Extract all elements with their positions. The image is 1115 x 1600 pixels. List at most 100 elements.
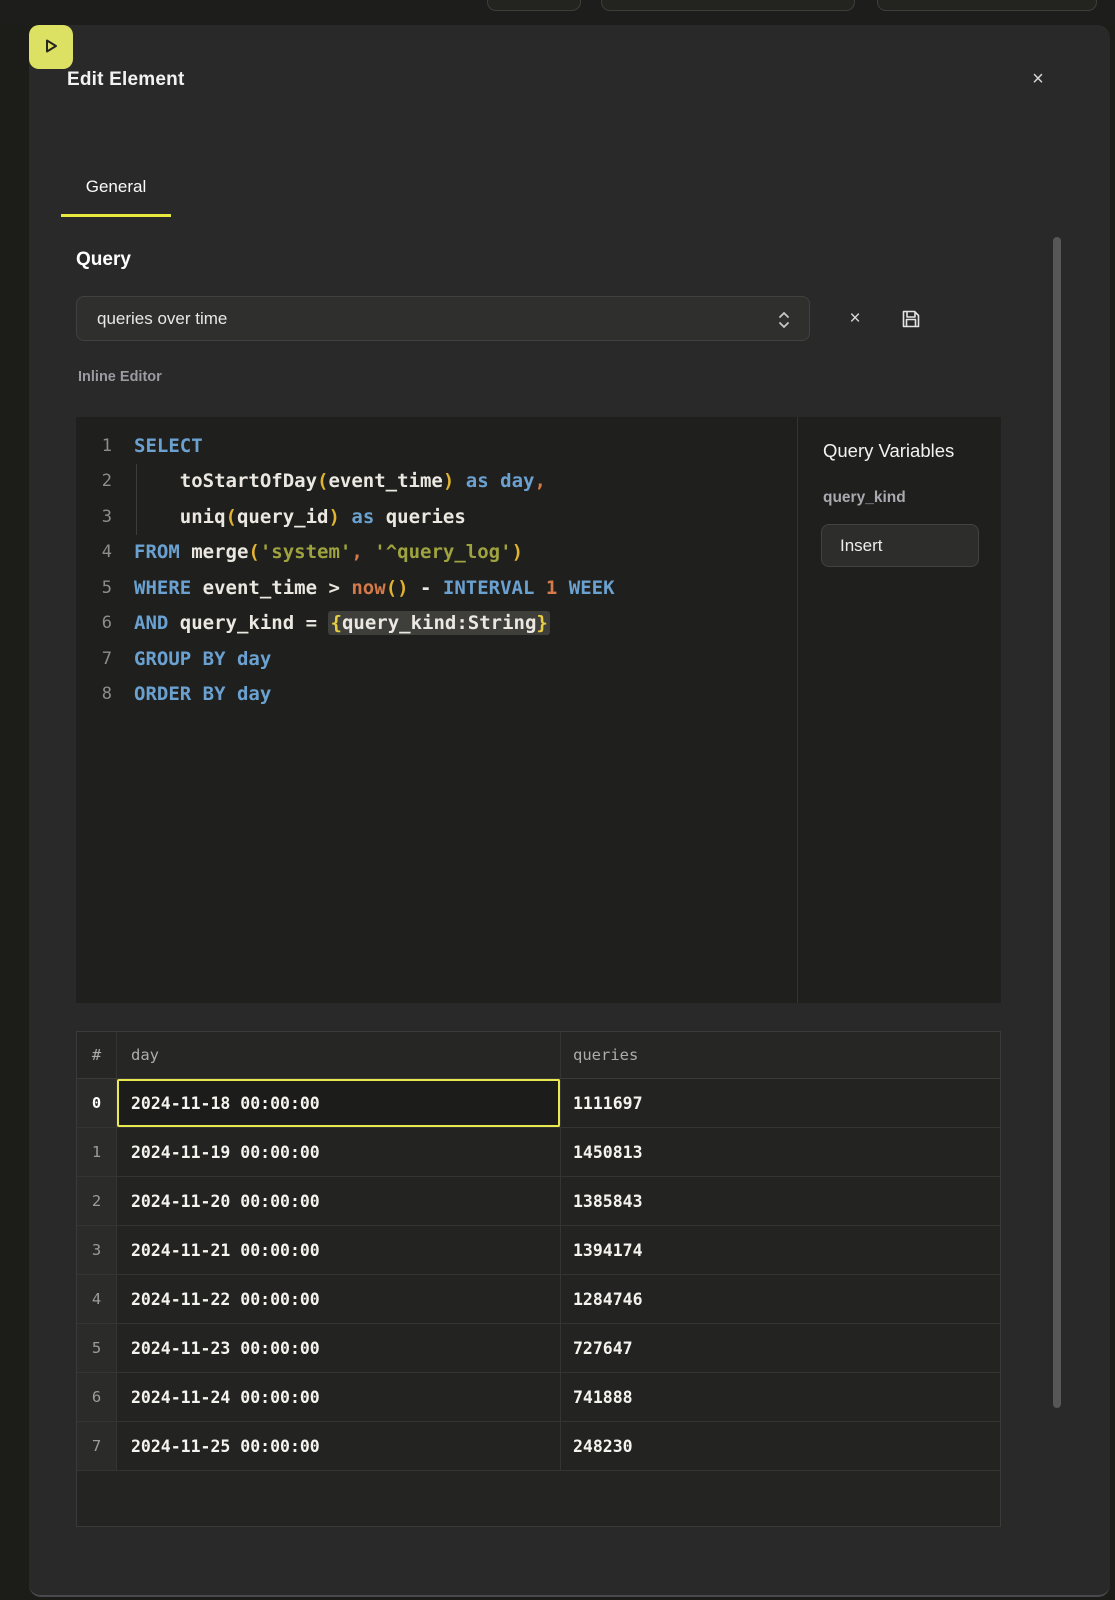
row-index-cell: 2: [77, 1177, 117, 1225]
vertical-scrollbar-thumb[interactable]: [1053, 237, 1061, 1408]
code-token: [226, 683, 237, 705]
code-token: -: [409, 577, 443, 599]
line-number: 4: [76, 535, 116, 570]
table-body: 02024-11-18 00:00:00111169712024-11-19 0…: [77, 1079, 1000, 1471]
row-index-cell: 1: [77, 1128, 117, 1176]
query-select[interactable]: queries over time: [76, 296, 810, 341]
code-token: as: [351, 506, 374, 528]
code-token: FROM: [134, 541, 180, 563]
day-cell[interactable]: 2024-11-24 00:00:00: [117, 1373, 561, 1421]
column-header-day: day: [117, 1032, 561, 1078]
code-token: AND: [134, 612, 168, 634]
queries-cell[interactable]: 1284746: [561, 1275, 1000, 1323]
run-query-button[interactable]: [29, 25, 73, 69]
code-token: (: [248, 541, 259, 563]
column-header-queries: queries: [561, 1032, 1000, 1078]
day-cell[interactable]: 2024-11-21 00:00:00: [117, 1226, 561, 1274]
day-cell[interactable]: 2024-11-25 00:00:00: [117, 1422, 561, 1470]
code-token: INTERVAL: [443, 577, 535, 599]
code-token: [534, 577, 545, 599]
table-row[interactable]: 72024-11-25 00:00:00248230: [77, 1422, 1000, 1471]
query-section-heading: Query: [76, 249, 131, 271]
day-cell[interactable]: 2024-11-22 00:00:00: [117, 1275, 561, 1323]
code-token: (): [386, 577, 409, 599]
code-token: [557, 577, 568, 599]
code-token: ,: [534, 470, 545, 492]
play-icon: [41, 36, 61, 59]
table-header-row: # day queries: [77, 1032, 1000, 1079]
table-row[interactable]: 32024-11-21 00:00:001394174: [77, 1226, 1000, 1275]
table-row[interactable]: 02024-11-18 00:00:001111697: [77, 1079, 1000, 1128]
row-index-cell: 0: [77, 1079, 117, 1127]
table-row[interactable]: 22024-11-20 00:00:001385843: [77, 1177, 1000, 1226]
code-token: ): [512, 541, 523, 563]
results-table: # day queries 02024-11-18 00:00:00111169…: [76, 1031, 1001, 1527]
save-button[interactable]: [899, 307, 923, 331]
indent-guide: [136, 464, 137, 499]
insert-variable-button[interactable]: Insert: [821, 524, 979, 567]
code-token: day: [237, 683, 271, 705]
code-token: queries: [374, 506, 466, 528]
top-bar-button[interactable]: [877, 0, 1097, 11]
line-number: 5: [76, 571, 116, 606]
line-number: 2: [76, 464, 116, 499]
code-token: ,: [351, 541, 362, 563]
table-row[interactable]: 42024-11-22 00:00:001284746: [77, 1275, 1000, 1324]
code-token: event_time: [328, 470, 442, 492]
edit-element-modal: Edit Element × General Query queries ove…: [29, 25, 1110, 1597]
table-row[interactable]: 62024-11-24 00:00:00741888: [77, 1373, 1000, 1422]
code-token: event_time >: [191, 577, 351, 599]
day-cell[interactable]: 2024-11-19 00:00:00: [117, 1128, 561, 1176]
top-bar-button[interactable]: [487, 0, 581, 11]
day-cell[interactable]: 2024-11-23 00:00:00: [117, 1324, 561, 1372]
queries-cell[interactable]: 1394174: [561, 1226, 1000, 1274]
code-token: 'system': [260, 541, 352, 563]
code-token: 1: [546, 577, 557, 599]
code-token: ): [443, 470, 454, 492]
day-cell[interactable]: 2024-11-20 00:00:00: [117, 1177, 561, 1225]
table-footer-spacer: [77, 1471, 1000, 1526]
code-token: uniq: [134, 506, 226, 528]
code-token: query_kind:String: [342, 612, 536, 634]
code-token: day: [237, 648, 271, 670]
line-number: 6: [76, 606, 116, 641]
line-number: 1: [76, 429, 116, 464]
row-index-cell: 6: [77, 1373, 117, 1421]
variable-name-label: query_kind: [823, 489, 906, 507]
line-number: 3: [76, 500, 116, 535]
table-row[interactable]: 52024-11-23 00:00:00727647: [77, 1324, 1000, 1373]
clear-query-button[interactable]: ×: [841, 296, 869, 341]
queries-cell[interactable]: 741888: [561, 1373, 1000, 1421]
queries-cell[interactable]: 1450813: [561, 1128, 1000, 1176]
query-variables-heading: Query Variables: [823, 440, 954, 462]
top-bar-button[interactable]: [601, 0, 855, 11]
code-token: (: [226, 506, 237, 528]
code-token: '^query_log': [374, 541, 511, 563]
floppy-disk-icon: [899, 319, 923, 334]
inline-editor-label: Inline Editor: [78, 369, 162, 385]
page-top-bar: [0, 0, 1115, 25]
queries-cell[interactable]: 1111697: [561, 1079, 1000, 1127]
tab-general[interactable]: General: [61, 177, 171, 217]
queries-cell[interactable]: 1385843: [561, 1177, 1000, 1225]
modal-title: Edit Element: [67, 69, 184, 91]
query-select-value: queries over time: [77, 309, 227, 329]
close-icon[interactable]: ×: [1024, 65, 1052, 93]
code-token: [454, 470, 465, 492]
query-variables-panel: Query Variables query_kind Insert: [798, 417, 1001, 1003]
code-token: SELECT: [134, 435, 203, 457]
code-token: GROUP BY: [134, 648, 226, 670]
code-token: [363, 541, 374, 563]
day-cell[interactable]: 2024-11-18 00:00:00: [117, 1079, 561, 1127]
column-header-index: #: [77, 1032, 117, 1078]
queries-cell[interactable]: 727647: [561, 1324, 1000, 1372]
code-token: {: [330, 612, 341, 634]
queries-cell[interactable]: 248230: [561, 1422, 1000, 1470]
code-token: WEEK: [569, 577, 615, 599]
code-token: query_kind =: [168, 612, 328, 634]
line-number: 7: [76, 642, 116, 677]
row-index-cell: 7: [77, 1422, 117, 1470]
code-token: day: [500, 470, 534, 492]
code-token: toStartOfDay: [134, 470, 317, 492]
table-row[interactable]: 12024-11-19 00:00:001450813: [77, 1128, 1000, 1177]
